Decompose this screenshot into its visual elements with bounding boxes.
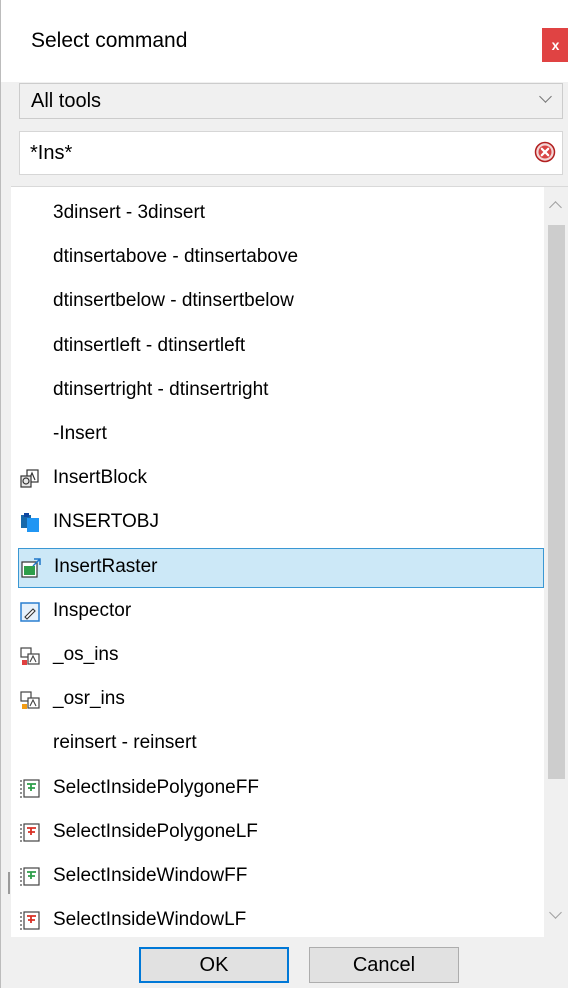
clear-search-icon[interactable] <box>534 141 556 163</box>
insert-raster-icon <box>20 557 42 579</box>
command-label: InsertRaster <box>54 555 158 577</box>
chevron-down-icon <box>539 90 552 103</box>
search-input-value: *Ins* <box>30 142 73 164</box>
command-label: SelectInsideWindowFF <box>53 865 248 886</box>
command-list-item[interactable]: InsertRaster <box>18 547 544 588</box>
osnap-insert-icon <box>19 645 41 667</box>
scroll-up-icon[interactable] <box>549 201 562 214</box>
command-label: dtinsertright - dtinsertright <box>53 378 269 400</box>
dialog-title: Select command <box>31 29 188 52</box>
command-list-item[interactable]: _os_ins <box>11 636 545 676</box>
command-label: SelectInsideWindowLF <box>53 909 247 931</box>
command-list-item[interactable]: -Insert <box>11 415 545 455</box>
command-list-item[interactable]: 3dinsert - 3dinsert <box>11 194 545 234</box>
command-label: dtinsertleft - dtinsertleft <box>53 334 246 356</box>
command-label: SelectInsidePolygoneFF <box>53 776 259 798</box>
scrollbar-thumb[interactable] <box>548 225 565 779</box>
command-list-item[interactable]: dtinsertabove - dtinsertabove <box>11 238 545 278</box>
command-list-item[interactable]: SelectInsideWindowFF <box>11 857 545 897</box>
command-list-item[interactable]: reinsert - reinsert <box>11 724 545 764</box>
resize-grip <box>8 872 10 894</box>
command-list-item[interactable]: Inspector <box>11 592 545 632</box>
command-list-item[interactable]: SelectInsidePolygoneLF <box>11 813 545 853</box>
command-label: InsertBlock <box>53 467 147 489</box>
insert-object-icon <box>19 512 41 534</box>
select-inside-polygon-lf-icon <box>19 822 41 844</box>
command-label: Inspector <box>53 599 132 621</box>
dialog-footer: OK Cancel <box>1 937 568 988</box>
select-inside-window-ff-icon <box>19 866 41 888</box>
ok-button[interactable]: OK <box>139 947 289 983</box>
command-label: dtinsertabove - dtinsertabove <box>53 246 299 268</box>
command-list[interactable]: 3dinsert - 3dinsert dtinsertabove - dtins… <box>11 186 568 938</box>
command-list-item[interactable]: SelectInsideWindowLF <box>11 901 545 937</box>
command-label: INSERTOBJ <box>53 511 159 533</box>
command-list-item[interactable]: INSERTOBJ <box>11 503 545 543</box>
command-list-item[interactable]: InsertBlock <box>11 459 545 499</box>
title-bar: Select command x <box>1 0 568 82</box>
select-inside-polygon-ff-icon <box>19 778 41 800</box>
osnap-running-insert-icon <box>19 689 41 711</box>
command-list-item[interactable]: _osr_ins <box>11 680 545 720</box>
close-button[interactable]: x <box>542 28 568 62</box>
command-list-item[interactable]: dtinsertbelow - dtinsertbelow <box>11 282 545 322</box>
command-label: _os_ins <box>53 644 119 665</box>
command-label: dtinsertbelow - dtinsertbelow <box>53 290 294 312</box>
cancel-button[interactable]: Cancel <box>309 947 459 983</box>
tool-filter-dropdown[interactable]: All tools <box>19 83 563 119</box>
select-command-dialog: Select command x All tools *Ins* 3dinser… <box>0 0 568 988</box>
command-label: 3dinsert - 3dinsert <box>53 202 206 223</box>
scroll-down-icon[interactable] <box>549 906 562 919</box>
insert-block-icon <box>19 468 41 490</box>
command-label: reinsert - reinsert <box>53 732 197 754</box>
command-list-item[interactable]: dtinsertleft - dtinsertleft <box>11 327 545 367</box>
command-list-item[interactable]: dtinsertright - dtinsertright <box>11 371 545 411</box>
scrollbar[interactable] <box>544 187 568 937</box>
tool-filter-value: All tools <box>31 90 102 112</box>
search-input[interactable]: *Ins* <box>19 131 563 175</box>
select-inside-window-lf-icon <box>19 910 41 932</box>
command-label: SelectInsidePolygoneLF <box>53 820 258 842</box>
inspector-icon <box>19 601 41 623</box>
command-list-item[interactable]: SelectInsidePolygoneFF <box>11 769 545 809</box>
command-label: _osr_ins <box>53 688 125 710</box>
command-label: -Insert <box>53 423 107 444</box>
